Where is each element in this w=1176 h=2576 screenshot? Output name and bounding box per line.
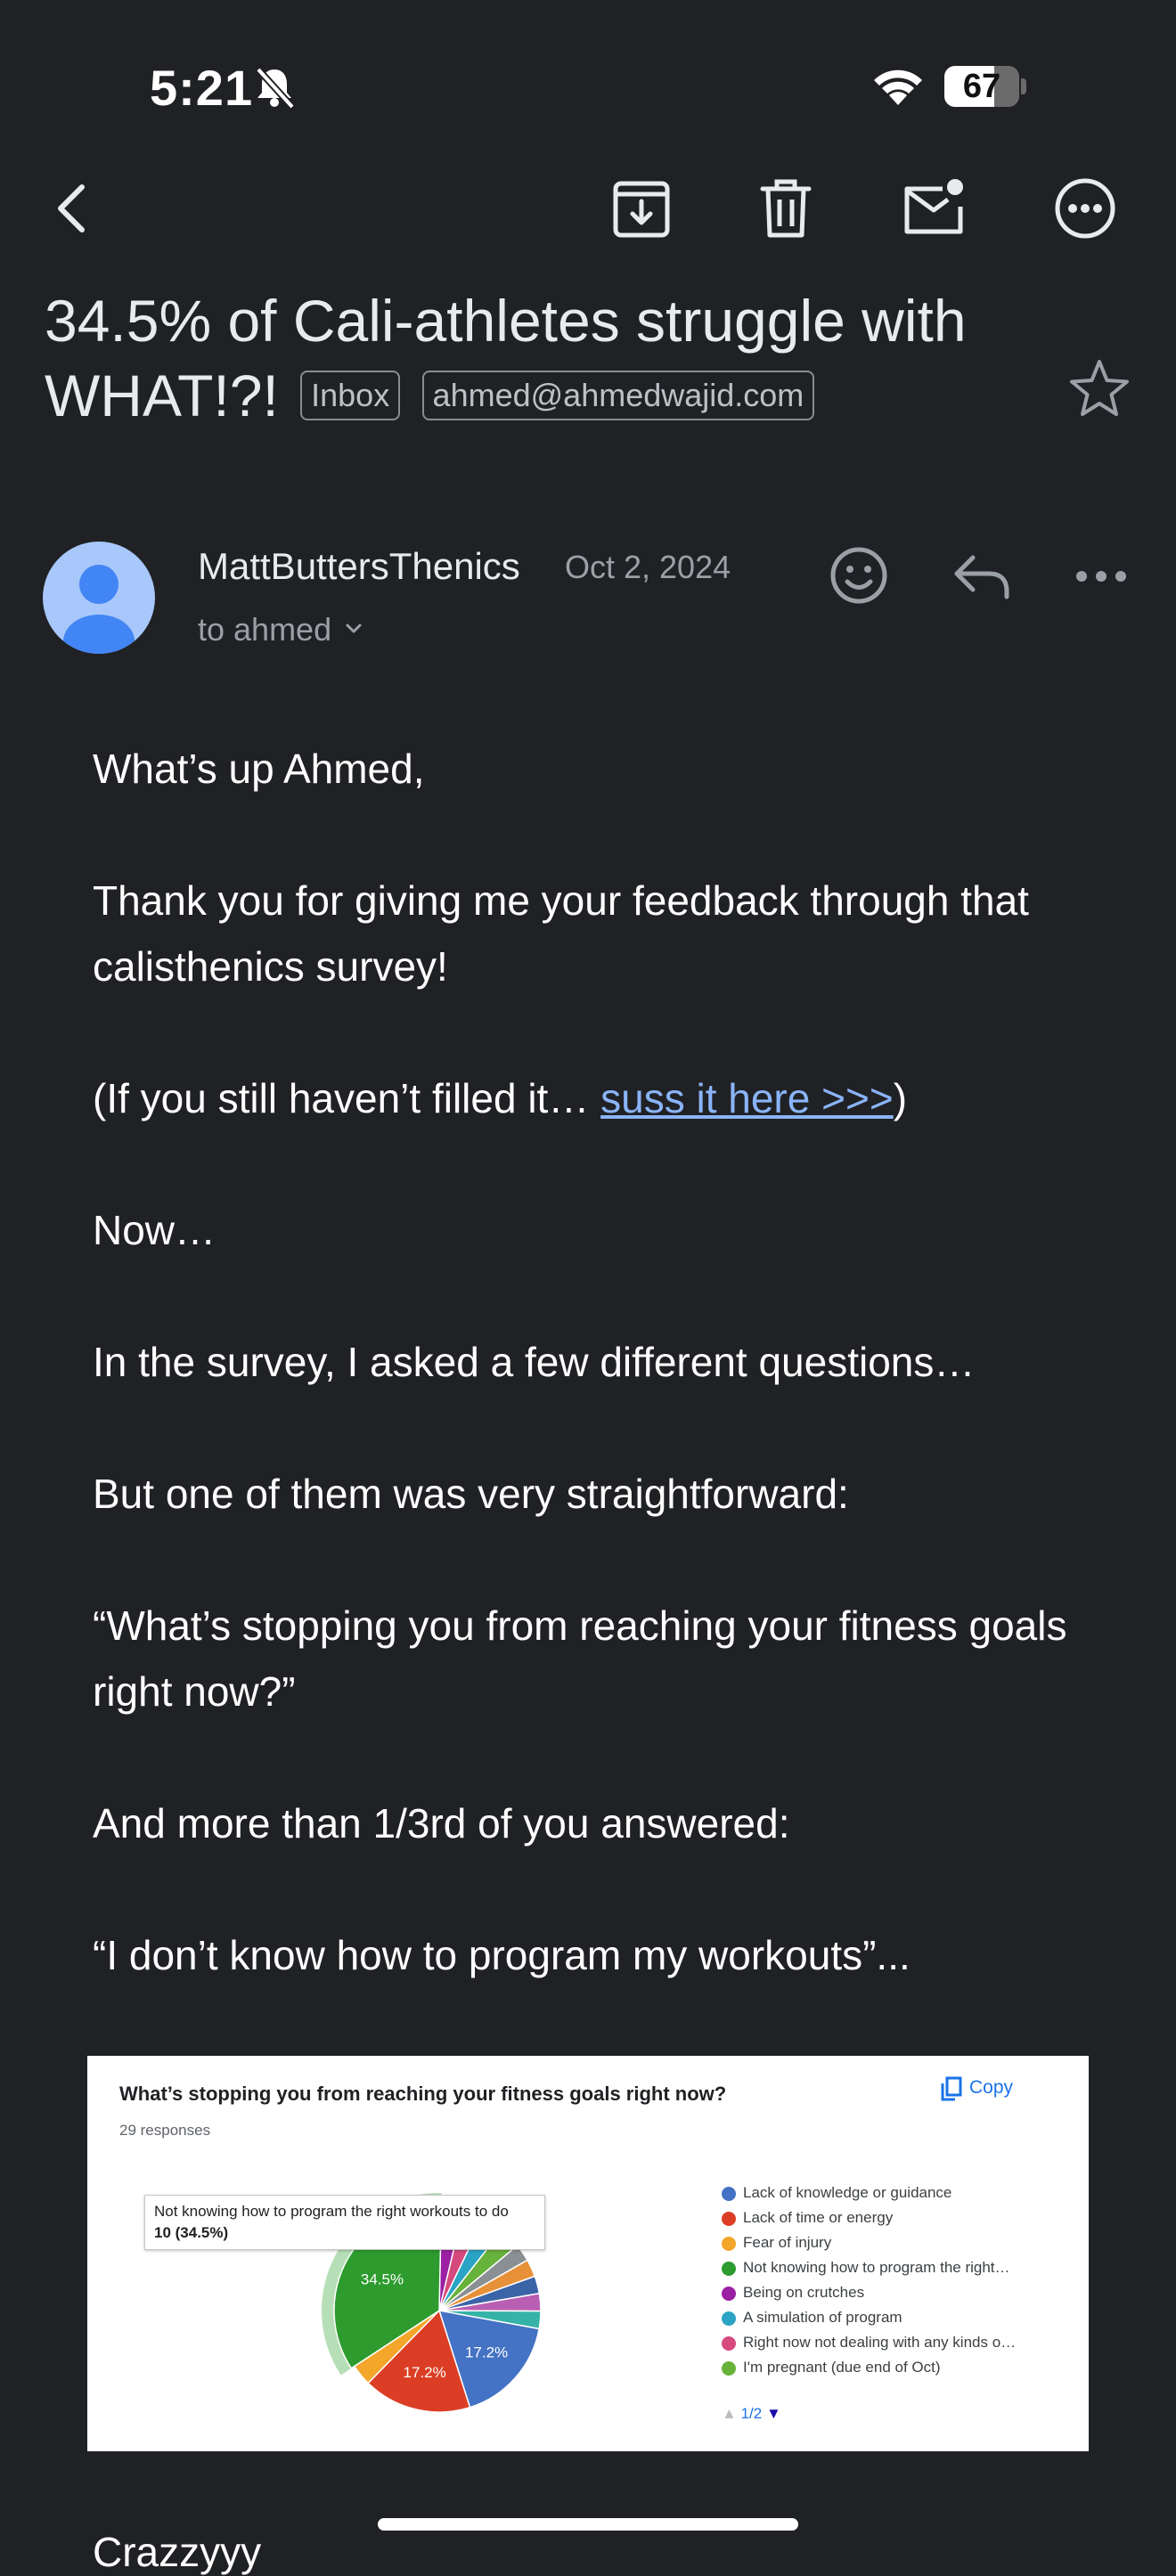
pager-prev-icon[interactable]: ▲ (722, 2405, 737, 2422)
body-paragraph: “What’s stopping you from reaching your … (93, 1602, 1067, 1715)
legend-swatch (722, 2262, 736, 2276)
chart-image[interactable]: What’s stopping you from reaching your f… (87, 2056, 1089, 2451)
pager-next-icon[interactable]: ▼ (766, 2405, 781, 2422)
star-icon[interactable] (1066, 355, 1133, 422)
message-more-icon[interactable] (1067, 552, 1135, 600)
archive-icon[interactable] (606, 173, 677, 244)
legend-label: Fear of injury (743, 2234, 832, 2251)
pager-text: 1/2 (740, 2405, 763, 2422)
chart-responses: 29 responses (119, 2122, 211, 2139)
home-indicator[interactable] (378, 2518, 798, 2531)
delete-icon[interactable] (750, 173, 821, 244)
legend-label: Right now not dealing with any kinds o… (743, 2334, 1017, 2351)
battery-icon: 67 (944, 66, 1026, 107)
body-paragraph-link: (If you still haven’t filled it… suss it… (93, 1065, 1108, 1131)
message-date: Oct 2, 2024 (565, 549, 731, 585)
body-paragraph: “I don’t know how to program my workouts… (93, 1932, 911, 1978)
avatar[interactable] (43, 542, 155, 654)
recipient-text: to ahmed (198, 611, 332, 648)
legend-label: Being on crutches (743, 2284, 865, 2301)
legend-label: A simulation of program (743, 2309, 902, 2326)
legend-swatch (722, 2287, 736, 2301)
legend-swatch (722, 2361, 736, 2376)
body-paragraph: But one of them was very straightforward… (93, 1471, 849, 1517)
body-text: ) (893, 1075, 908, 1121)
recipient-toggle[interactable]: to ahmed (198, 611, 367, 650)
survey-link[interactable]: suss it here >>> (600, 1075, 894, 1121)
status-time: 5:21 (150, 60, 254, 116)
chart-tooltip: Not knowing how to program the right wor… (144, 2195, 545, 2250)
email-subject: 34.5% of Cali-athletes struggle with WHA… (45, 283, 1042, 433)
legend-swatch (722, 2336, 736, 2351)
legend-label: I'm pregnant (due end of Oct) (743, 2359, 941, 2376)
tooltip-label: Not knowing how to program the right wor… (154, 2203, 509, 2220)
chart-title: What’s stopping you from reaching your f… (119, 2083, 727, 2105)
label-chip-inbox[interactable]: Inbox (300, 370, 401, 420)
slice-data-label: 34.5% (361, 2271, 404, 2288)
legend-pager[interactable]: ▲ 1/2 ▼ (722, 2405, 781, 2423)
body-paragraph: Now… (93, 1207, 216, 1253)
sender-name[interactable]: MattButtersThenics (198, 545, 520, 588)
silent-bell-icon (251, 64, 298, 110)
slice-data-label: 17.2% (465, 2344, 508, 2361)
body-text: (If you still haven’t filled it… (93, 1075, 601, 1121)
copy-icon (939, 2075, 964, 2102)
body-paragraph: And more than 1/3rd of you answered: (93, 1800, 790, 1846)
add-reaction-icon[interactable] (827, 543, 891, 607)
body-paragraph: Thank you for giving me your feedback th… (93, 877, 1029, 990)
wifi-icon (870, 64, 927, 109)
slice-data-label: 17.2% (404, 2364, 446, 2381)
legend-swatch (722, 2187, 736, 2201)
legend-label: Lack of knowledge or guidance (743, 2184, 952, 2201)
legend-swatch (722, 2237, 736, 2251)
legend-label: Not knowing how to program the right… (743, 2259, 1010, 2276)
reply-icon[interactable] (948, 545, 1016, 609)
body-paragraph: In the survey, I asked a few different q… (93, 1339, 976, 1385)
body-greeting: What’s up Ahmed, (93, 746, 425, 792)
chevron-down-icon (340, 613, 367, 650)
mark-unread-icon[interactable] (898, 173, 969, 244)
legend-label: Lack of time or energy (743, 2209, 894, 2226)
body-paragraph-cut: Crazzyyy (93, 2529, 262, 2575)
copy-button[interactable]: Copy (969, 2077, 1013, 2099)
legend-swatch (722, 2212, 736, 2226)
legend-swatch (722, 2311, 736, 2326)
label-chip-account[interactable]: ahmed@ahmedwajid.com (421, 370, 815, 420)
back-arrow-icon[interactable] (39, 173, 110, 244)
tooltip-value: 10 (34.5%) (154, 2224, 229, 2241)
battery-level: 67 (962, 68, 1001, 105)
more-options-icon[interactable] (1049, 173, 1121, 244)
